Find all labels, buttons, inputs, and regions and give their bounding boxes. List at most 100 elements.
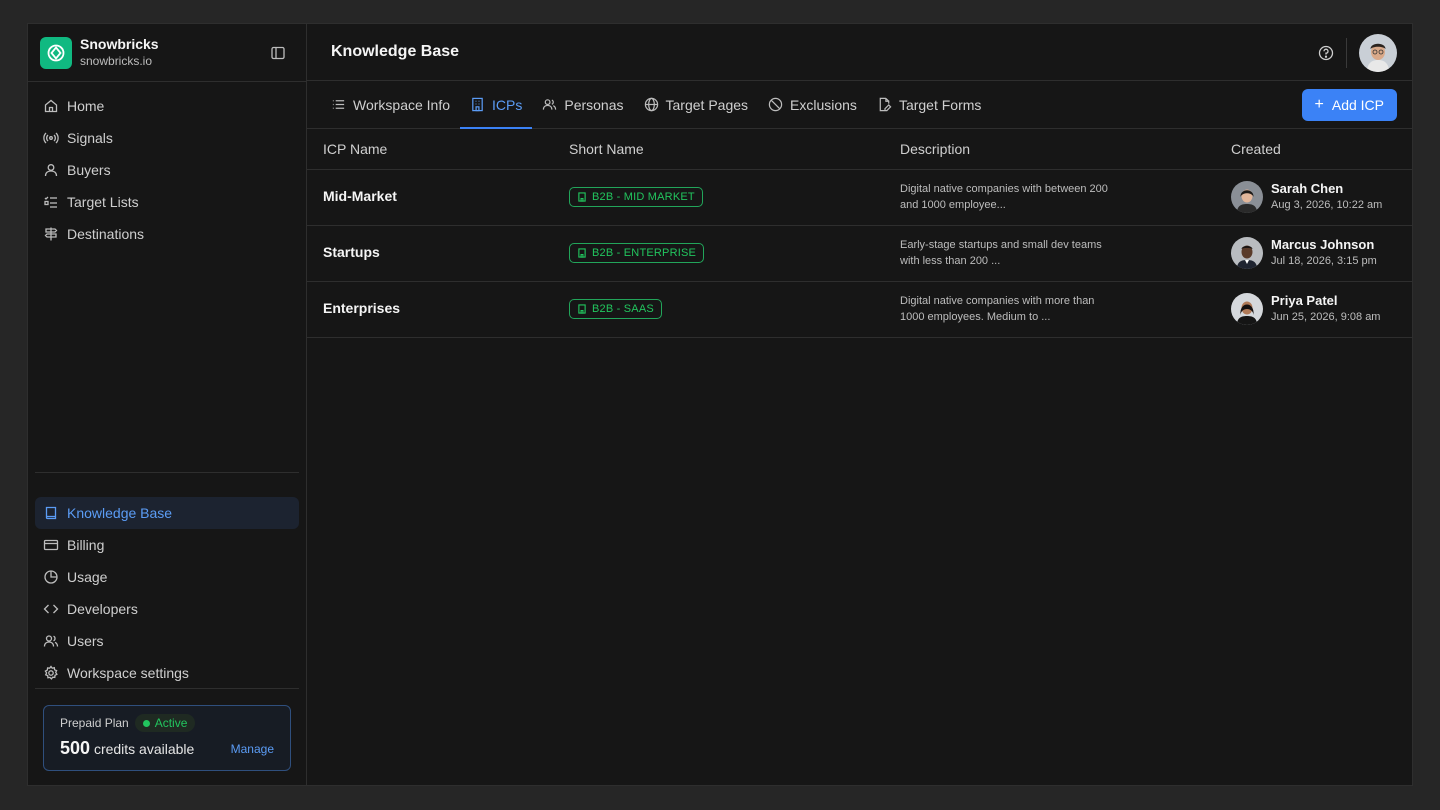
workspace-name: Snowbricks <box>80 36 159 52</box>
tab-label: Exclusions <box>790 96 857 113</box>
credits-count: 500 <box>60 738 91 758</box>
sidebar-item-label: Destinations <box>67 226 145 242</box>
icp-name: Startups <box>323 244 380 260</box>
creator-cell: Priya Patel Jun 25, 2026, 9:08 am <box>1231 293 1412 325</box>
sidebar-item-users[interactable]: Users <box>35 625 299 657</box>
sidebar-item-label: Developers <box>67 601 138 617</box>
book-icon <box>43 505 59 521</box>
users-icon <box>43 633 59 649</box>
building-icon <box>577 248 587 258</box>
signal-icon <box>43 130 59 146</box>
user-avatar[interactable] <box>1359 34 1397 72</box>
creator-cell: Sarah Chen Aug 3, 2026, 10:22 am <box>1231 181 1412 213</box>
header-separator <box>1346 38 1347 68</box>
sidebar-item-home[interactable]: Home <box>35 90 299 122</box>
code-icon <box>43 601 59 617</box>
manage-plan-link[interactable]: Manage <box>231 742 274 756</box>
creator-name: Marcus Johnson <box>1271 237 1375 252</box>
tab-exclusions[interactable]: Exclusions <box>758 81 867 128</box>
creator-avatar <box>1231 293 1263 325</box>
creator-cell: Marcus Johnson Jul 18, 2026, 3:15 pm <box>1231 237 1412 269</box>
created-date: Jun 25, 2026, 9:08 am <box>1271 311 1381 323</box>
short-name-label: B2B - ENTERPRISE <box>592 247 697 259</box>
short-name-tag: B2B - SAAS <box>569 299 662 319</box>
sidebar-item-label: Workspace settings <box>67 665 189 681</box>
sidebar-item-label: Billing <box>67 537 105 553</box>
short-name-label: B2B - SAAS <box>592 303 654 315</box>
tab-target-pages[interactable]: Target Pages <box>634 81 759 128</box>
building-icon <box>577 304 587 314</box>
tab-bar: Workspace Info ICPs Personas Target Page… <box>307 81 1412 129</box>
sidebar-divider <box>35 688 299 689</box>
tab-icps[interactable]: ICPs <box>460 81 533 129</box>
sidebar-item-label: Buyers <box>67 162 111 178</box>
ban-icon <box>768 97 783 112</box>
sidebar-item-label: Target Lists <box>67 194 139 210</box>
building-icon <box>577 192 587 202</box>
column-header[interactable]: Short Name <box>553 129 884 170</box>
brand-logo-icon <box>40 36 72 69</box>
signpost-icon <box>43 226 59 242</box>
main-content: Knowledge Base Workspace Info ICPs Perso… <box>307 24 1412 785</box>
table-row[interactable]: Startups B2B - ENTERPRISE Early-stage st… <box>307 225 1412 282</box>
tab-target-forms[interactable]: Target Forms <box>867 81 991 128</box>
status-badge: Active <box>134 714 196 732</box>
plan-card: Prepaid Plan Active 500 credits availabl… <box>43 705 291 771</box>
sidebar-item-label: Knowledge Base <box>67 505 173 521</box>
sidebar-item-workspace-settings[interactable]: Workspace settings <box>35 657 299 689</box>
tab-label: ICPs <box>492 96 523 113</box>
sidebar-item-signals[interactable]: Signals <box>35 122 299 154</box>
sidebar-item-target-lists[interactable]: Target Lists <box>35 186 299 218</box>
table-row[interactable]: Enterprises B2B - SAAS Digital native co… <box>307 281 1412 338</box>
tab-workspace-info[interactable]: Workspace Info <box>321 81 460 128</box>
sidebar-item-developers[interactable]: Developers <box>35 593 299 625</box>
pie-chart-icon <box>43 569 59 585</box>
sidebar-item-label: Signals <box>67 130 113 146</box>
primary-nav: Home Signals Buyers Target Lists Destina… <box>28 82 306 258</box>
icp-name: Enterprises <box>323 300 401 316</box>
sidebar-item-knowledge-base[interactable]: Knowledge Base <box>35 497 299 529</box>
sidebar-item-label: Users <box>67 633 104 649</box>
icp-description: Digital native companies with more than … <box>900 295 1095 323</box>
tab-label: Target Pages <box>665 96 749 113</box>
created-date: Aug 3, 2026, 10:22 am <box>1271 199 1383 211</box>
creator-name: Priya Patel <box>1271 293 1338 308</box>
sidebar-item-label: Usage <box>67 569 108 585</box>
user-icon <box>43 162 59 178</box>
home-icon <box>43 98 59 114</box>
icp-name: Mid-Market <box>323 188 397 204</box>
sidebar-item-buyers[interactable]: Buyers <box>35 154 299 186</box>
file-edit-icon <box>877 97 892 112</box>
creator-avatar <box>1231 237 1263 269</box>
sidebar-item-label: Home <box>67 98 105 114</box>
building-icon <box>470 97 485 112</box>
column-header[interactable]: ICP Name <box>307 129 553 170</box>
add-icp-label: Add ICP <box>1331 97 1384 113</box>
tab-label: Workspace Info <box>353 96 451 113</box>
table-row[interactable]: Mid-Market B2B - MID MARKET Digital nati… <box>307 169 1412 226</box>
help-icon[interactable] <box>1318 45 1334 61</box>
icp-table: ICP Name Short Name Description Created … <box>307 129 1412 338</box>
status-badge-label: Active <box>154 716 188 730</box>
app-window: Snowbricks snowbricks.io Home Signals Bu… <box>27 23 1413 786</box>
users-icon <box>542 97 557 112</box>
credits-label: credits available <box>93 741 195 757</box>
sidebar-toggle-icon[interactable] <box>270 45 286 61</box>
tab-personas[interactable]: Personas <box>532 81 633 128</box>
credit-card-icon <box>43 537 59 553</box>
sidebar-item-billing[interactable]: Billing <box>35 529 299 561</box>
gear-icon <box>43 665 59 681</box>
column-header[interactable]: Description <box>884 129 1215 170</box>
tab-label: Target Forms <box>898 96 982 113</box>
sidebar-item-usage[interactable]: Usage <box>35 561 299 593</box>
sidebar-item-destinations[interactable]: Destinations <box>35 218 299 250</box>
workspace-switcher[interactable]: Snowbricks snowbricks.io <box>28 24 306 82</box>
icp-description: Early-stage startups and small dev teams… <box>900 239 1102 267</box>
add-icp-button[interactable]: + Add ICP <box>1301 89 1397 121</box>
column-header[interactable]: Created <box>1215 129 1412 170</box>
short-name-tag: B2B - ENTERPRISE <box>569 243 705 263</box>
created-date: Jul 18, 2026, 3:15 pm <box>1271 255 1377 267</box>
tab-label: Personas <box>564 96 624 113</box>
short-name-tag: B2B - MID MARKET <box>569 187 703 207</box>
plus-icon: + <box>1314 96 1324 113</box>
